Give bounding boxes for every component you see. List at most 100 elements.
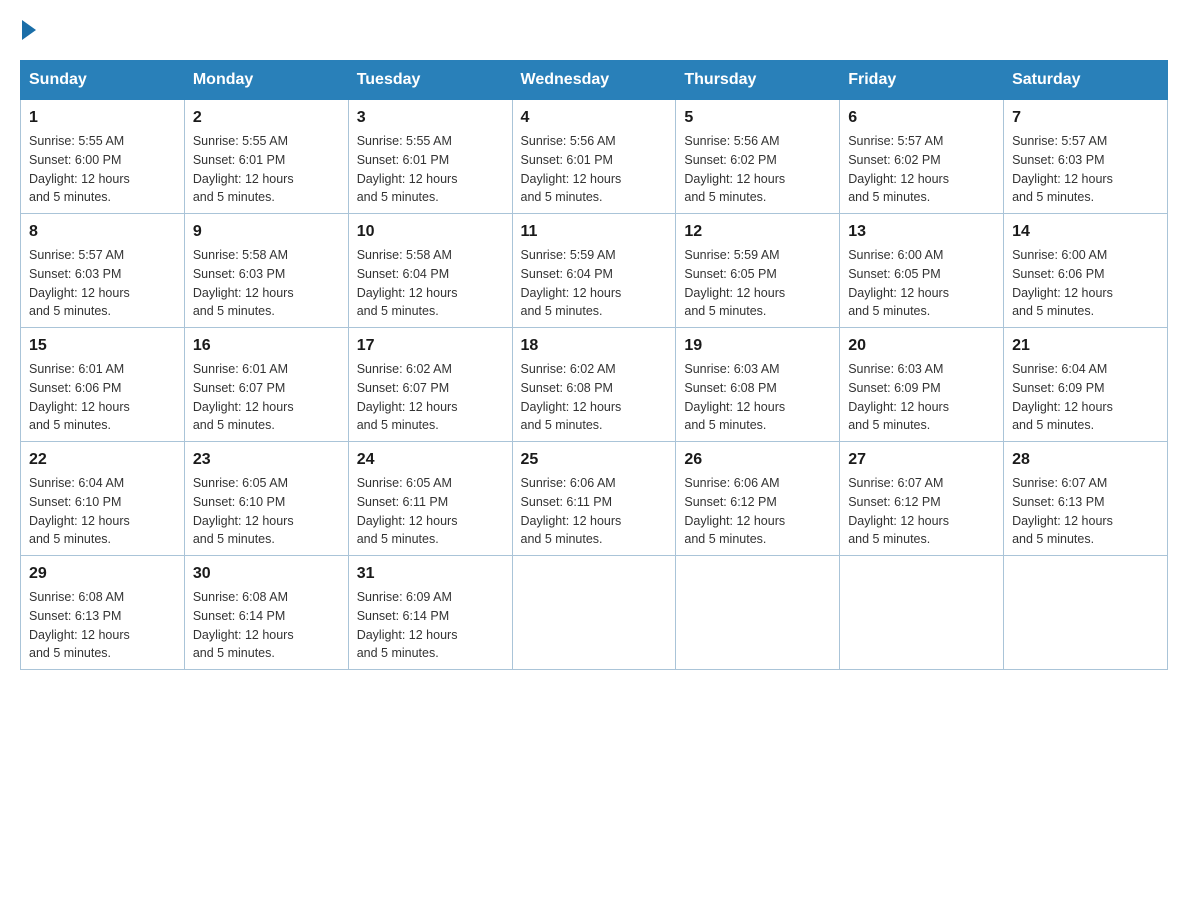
day-number: 1 [29,106,176,130]
calendar-cell: 15Sunrise: 6:01 AMSunset: 6:06 PMDayligh… [21,328,185,442]
calendar-cell: 5Sunrise: 5:56 AMSunset: 6:02 PMDaylight… [676,100,840,214]
header-monday: Monday [184,61,348,100]
calendar-cell: 10Sunrise: 5:58 AMSunset: 6:04 PMDayligh… [348,214,512,328]
day-number: 2 [193,106,340,130]
day-number: 26 [684,448,831,472]
day-info: Sunrise: 5:55 AMSunset: 6:01 PMDaylight:… [357,132,504,207]
day-info: Sunrise: 6:01 AMSunset: 6:06 PMDaylight:… [29,360,176,435]
day-info: Sunrise: 5:59 AMSunset: 6:04 PMDaylight:… [521,246,668,321]
week-row-2: 8Sunrise: 5:57 AMSunset: 6:03 PMDaylight… [21,214,1168,328]
calendar-cell: 2Sunrise: 5:55 AMSunset: 6:01 PMDaylight… [184,100,348,214]
week-row-1: 1Sunrise: 5:55 AMSunset: 6:00 PMDaylight… [21,100,1168,214]
day-info: Sunrise: 6:04 AMSunset: 6:10 PMDaylight:… [29,474,176,549]
calendar-cell: 27Sunrise: 6:07 AMSunset: 6:12 PMDayligh… [840,442,1004,556]
day-number: 10 [357,220,504,244]
calendar-cell [840,556,1004,670]
day-number: 3 [357,106,504,130]
day-number: 21 [1012,334,1159,358]
header-tuesday: Tuesday [348,61,512,100]
page-header [20,20,1168,40]
day-number: 25 [521,448,668,472]
day-number: 12 [684,220,831,244]
day-number: 7 [1012,106,1159,130]
calendar-cell: 9Sunrise: 5:58 AMSunset: 6:03 PMDaylight… [184,214,348,328]
header-saturday: Saturday [1004,61,1168,100]
day-number: 9 [193,220,340,244]
calendar-cell: 26Sunrise: 6:06 AMSunset: 6:12 PMDayligh… [676,442,840,556]
calendar-cell: 19Sunrise: 6:03 AMSunset: 6:08 PMDayligh… [676,328,840,442]
logo-text [20,20,38,40]
day-info: Sunrise: 6:06 AMSunset: 6:11 PMDaylight:… [521,474,668,549]
calendar-cell: 3Sunrise: 5:55 AMSunset: 6:01 PMDaylight… [348,100,512,214]
day-info: Sunrise: 5:55 AMSunset: 6:00 PMDaylight:… [29,132,176,207]
day-info: Sunrise: 5:56 AMSunset: 6:02 PMDaylight:… [684,132,831,207]
calendar-cell: 22Sunrise: 6:04 AMSunset: 6:10 PMDayligh… [21,442,185,556]
day-number: 27 [848,448,995,472]
day-info: Sunrise: 6:03 AMSunset: 6:08 PMDaylight:… [684,360,831,435]
calendar-cell: 18Sunrise: 6:02 AMSunset: 6:08 PMDayligh… [512,328,676,442]
logo [20,20,38,40]
week-row-5: 29Sunrise: 6:08 AMSunset: 6:13 PMDayligh… [21,556,1168,670]
day-info: Sunrise: 6:07 AMSunset: 6:13 PMDaylight:… [1012,474,1159,549]
day-number: 18 [521,334,668,358]
day-info: Sunrise: 6:05 AMSunset: 6:11 PMDaylight:… [357,474,504,549]
calendar-cell: 6Sunrise: 5:57 AMSunset: 6:02 PMDaylight… [840,100,1004,214]
day-info: Sunrise: 5:56 AMSunset: 6:01 PMDaylight:… [521,132,668,207]
day-number: 20 [848,334,995,358]
calendar-cell: 11Sunrise: 5:59 AMSunset: 6:04 PMDayligh… [512,214,676,328]
day-number: 8 [29,220,176,244]
calendar-cell: 21Sunrise: 6:04 AMSunset: 6:09 PMDayligh… [1004,328,1168,442]
day-number: 11 [521,220,668,244]
calendar-cell: 24Sunrise: 6:05 AMSunset: 6:11 PMDayligh… [348,442,512,556]
calendar-cell [676,556,840,670]
calendar-cell: 23Sunrise: 6:05 AMSunset: 6:10 PMDayligh… [184,442,348,556]
day-info: Sunrise: 6:01 AMSunset: 6:07 PMDaylight:… [193,360,340,435]
day-number: 13 [848,220,995,244]
day-info: Sunrise: 5:57 AMSunset: 6:02 PMDaylight:… [848,132,995,207]
calendar-cell [512,556,676,670]
day-number: 22 [29,448,176,472]
calendar-cell: 1Sunrise: 5:55 AMSunset: 6:00 PMDaylight… [21,100,185,214]
day-info: Sunrise: 6:03 AMSunset: 6:09 PMDaylight:… [848,360,995,435]
day-info: Sunrise: 6:00 AMSunset: 6:06 PMDaylight:… [1012,246,1159,321]
day-number: 29 [29,562,176,586]
header-wednesday: Wednesday [512,61,676,100]
day-number: 15 [29,334,176,358]
day-info: Sunrise: 6:02 AMSunset: 6:08 PMDaylight:… [521,360,668,435]
day-number: 4 [521,106,668,130]
day-info: Sunrise: 5:59 AMSunset: 6:05 PMDaylight:… [684,246,831,321]
calendar-cell: 20Sunrise: 6:03 AMSunset: 6:09 PMDayligh… [840,328,1004,442]
calendar-cell: 14Sunrise: 6:00 AMSunset: 6:06 PMDayligh… [1004,214,1168,328]
day-info: Sunrise: 6:02 AMSunset: 6:07 PMDaylight:… [357,360,504,435]
day-info: Sunrise: 6:00 AMSunset: 6:05 PMDaylight:… [848,246,995,321]
day-number: 31 [357,562,504,586]
calendar-cell: 13Sunrise: 6:00 AMSunset: 6:05 PMDayligh… [840,214,1004,328]
day-number: 17 [357,334,504,358]
day-number: 16 [193,334,340,358]
calendar-cell: 29Sunrise: 6:08 AMSunset: 6:13 PMDayligh… [21,556,185,670]
day-info: Sunrise: 6:08 AMSunset: 6:13 PMDaylight:… [29,588,176,663]
day-number: 30 [193,562,340,586]
calendar-cell [1004,556,1168,670]
week-row-4: 22Sunrise: 6:04 AMSunset: 6:10 PMDayligh… [21,442,1168,556]
calendar-header-row: SundayMondayTuesdayWednesdayThursdayFrid… [21,61,1168,100]
calendar-cell: 31Sunrise: 6:09 AMSunset: 6:14 PMDayligh… [348,556,512,670]
calendar-cell: 8Sunrise: 5:57 AMSunset: 6:03 PMDaylight… [21,214,185,328]
day-info: Sunrise: 6:05 AMSunset: 6:10 PMDaylight:… [193,474,340,549]
day-number: 5 [684,106,831,130]
day-number: 14 [1012,220,1159,244]
day-info: Sunrise: 5:57 AMSunset: 6:03 PMDaylight:… [1012,132,1159,207]
day-number: 19 [684,334,831,358]
day-info: Sunrise: 6:06 AMSunset: 6:12 PMDaylight:… [684,474,831,549]
day-info: Sunrise: 5:57 AMSunset: 6:03 PMDaylight:… [29,246,176,321]
header-sunday: Sunday [21,61,185,100]
calendar-cell: 17Sunrise: 6:02 AMSunset: 6:07 PMDayligh… [348,328,512,442]
calendar-cell: 12Sunrise: 5:59 AMSunset: 6:05 PMDayligh… [676,214,840,328]
day-info: Sunrise: 5:55 AMSunset: 6:01 PMDaylight:… [193,132,340,207]
calendar-cell: 28Sunrise: 6:07 AMSunset: 6:13 PMDayligh… [1004,442,1168,556]
calendar-cell: 7Sunrise: 5:57 AMSunset: 6:03 PMDaylight… [1004,100,1168,214]
calendar-cell: 30Sunrise: 6:08 AMSunset: 6:14 PMDayligh… [184,556,348,670]
day-info: Sunrise: 6:07 AMSunset: 6:12 PMDaylight:… [848,474,995,549]
header-friday: Friday [840,61,1004,100]
day-info: Sunrise: 5:58 AMSunset: 6:03 PMDaylight:… [193,246,340,321]
